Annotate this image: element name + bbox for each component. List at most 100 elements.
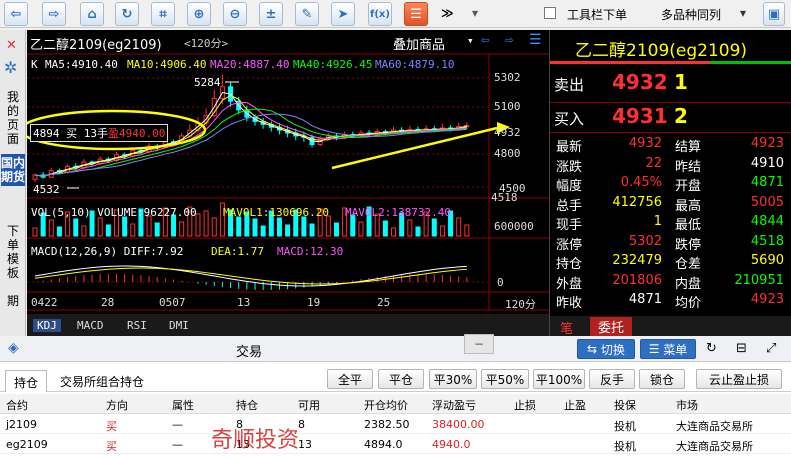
sidebar-item-my-page[interactable]: 我的页面 [4, 90, 22, 146]
table-cell: 大连商品交易所 [676, 440, 753, 453]
indicator-tabbar: KDJ MACD RSI DMI [27, 314, 549, 336]
volume-bar [358, 221, 364, 237]
refresh-icon[interactable]: ↻ [115, 2, 139, 26]
table-header-cell[interactable]: 持仓 [236, 397, 258, 413]
quote-divider [550, 132, 791, 133]
price-axis-label: 5302 [494, 71, 521, 84]
dropdown-icon[interactable]: ▾ [472, 6, 478, 20]
lock-button[interactable]: 锁仓 [639, 369, 685, 389]
close-100-button[interactable]: 平100% [533, 369, 585, 389]
home-icon[interactable]: ⌂ [80, 2, 104, 26]
tab-positions[interactable]: 持仓 [5, 370, 48, 392]
refresh-icon[interactable]: ↻ [706, 341, 717, 356]
switch-button[interactable]: ⇆ 切换 [577, 339, 635, 359]
volume-bar [73, 218, 79, 237]
position-tag-profit: 盈4940.00 [107, 127, 166, 140]
volume-bar [122, 216, 128, 237]
tab-ticks[interactable]: 笔 [560, 318, 573, 337]
macd-value: MACD:12.30 [277, 245, 344, 258]
ask-volume: 1 [674, 70, 688, 94]
sidebar-item-domestic-futures[interactable]: 国内期货 [1, 154, 25, 186]
tab-kdj[interactable]: KDJ [33, 319, 61, 332]
overlay-button[interactable]: 叠加商品 [393, 34, 445, 53]
table-header-cell[interactable]: 止盈 [564, 397, 586, 413]
tab-dmi[interactable]: DMI [169, 319, 189, 332]
table-cell: 38400.00 [432, 418, 485, 431]
quote-stat-value: 412756 [612, 194, 662, 210]
trendline[interactable] [331, 126, 498, 170]
table-header-cell[interactable]: 市场 [676, 397, 698, 413]
position-tag-label: 4894 买 13手 [33, 127, 108, 140]
crop-icon[interactable]: ⌗ [151, 2, 175, 26]
product-select[interactable]: 多品种同列 [661, 6, 721, 23]
table-row[interactable]: j2109 买 —8 8 2382.50 38400.00 投机 大连商品交易所 [0, 414, 791, 434]
nav-right-icon[interactable]: ⇨ [505, 32, 513, 48]
more-icon[interactable]: ≫ [441, 6, 454, 20]
toolbar-menu-checkbox[interactable] [544, 7, 556, 19]
volume-bar [56, 226, 62, 237]
ma-legend-item: MA20:4887.40 [210, 58, 290, 71]
ma-line [34, 108, 467, 177]
table-cell: 买 [106, 420, 117, 433]
menu-button[interactable]: ☰ 菜单 [640, 339, 696, 359]
volume-bar [382, 220, 388, 237]
table-header-cell[interactable]: 投保 [614, 397, 636, 413]
zoom-out-icon[interactable]: ⊖ [223, 2, 247, 26]
table-header-cell[interactable]: 合约 [6, 397, 28, 413]
tab-rsi[interactable]: RSI [127, 319, 147, 332]
table-header-cell[interactable]: 方向 [106, 397, 128, 413]
sidebar-item-period[interactable]: 期 [4, 294, 22, 308]
kline-chart[interactable]: 乙二醇2109(eg2109) <120分> 叠加商品 ▾ ⇦ ⇨ ☰ K MA… [27, 30, 549, 336]
menu-icon[interactable]: ☰ [529, 32, 542, 48]
volume-bar [32, 227, 38, 237]
pencil-icon[interactable]: ✎ [295, 2, 319, 26]
calculator-icon[interactable]: ± [259, 2, 283, 26]
position-tag[interactable]: 4894 买 13手盈4940.00 [30, 124, 169, 142]
close-50-button[interactable]: 平50% [481, 369, 529, 389]
sidebar-item-order-template[interactable]: 下单模板 [4, 224, 22, 280]
quote-stat-value: 4910 [750, 155, 784, 171]
cursor-icon[interactable]: ➤ [331, 2, 355, 26]
reverse-button[interactable]: 反手 [589, 369, 635, 389]
chart-canvas[interactable] [27, 30, 549, 336]
back-arrow-icon[interactable]: ⇦ [4, 2, 28, 26]
tab-combo-positions[interactable]: 交易所组合持仓 [52, 370, 152, 392]
cloud-stop-button[interactable]: 云止盈止损 [696, 369, 782, 389]
close-all-button[interactable]: 全平 [327, 369, 373, 389]
ma-legend-item: MA60:4879.10 [375, 58, 455, 71]
volume-bar [105, 224, 111, 237]
forward-arrow-icon[interactable]: ⇨ [42, 2, 66, 26]
table-row[interactable]: eg2109 买 —13 13 4894.0 4940.0 投机 大连商品交易所 [0, 434, 791, 454]
panel-toggle-icon[interactable]: ▣ [763, 2, 785, 26]
chevron-down-icon[interactable]: ▾ [740, 6, 746, 20]
formula-icon[interactable]: f(x) [368, 2, 392, 26]
bid-price[interactable]: 4931 [612, 104, 668, 128]
expand-icon[interactable]: ⤢ [766, 341, 776, 356]
table-header-cell[interactable]: 可用 [298, 397, 320, 413]
volume-bar [456, 217, 462, 237]
table-header-cell[interactable]: 属性 [172, 397, 194, 413]
gear-icon[interactable]: ✲ [4, 58, 17, 77]
left-sidebar: ✕ ✲ 我的页面 国内期货 下单模板 期 [0, 30, 26, 336]
table-header-cell[interactable]: 浮动盈亏 [432, 397, 476, 413]
overlay-dropdown-icon[interactable]: ▾ [467, 34, 474, 47]
table-header-cell[interactable]: 止损 [514, 397, 536, 413]
ask-price[interactable]: 4932 [612, 70, 668, 94]
table-cell: j2109 [6, 418, 38, 431]
list-icon[interactable]: ☰ [404, 2, 428, 26]
menu-label: 菜单 [663, 342, 688, 357]
tab-orders[interactable]: 委托 [590, 317, 633, 336]
ma-legend-item: MA40:4926.45 [293, 58, 373, 71]
restore-icon[interactable]: ⊟ [736, 341, 747, 356]
table-header-cell[interactable]: 开仓均价 [364, 397, 408, 413]
close-position-button[interactable]: 平仓 [378, 369, 424, 389]
close-icon[interactable]: ✕ [6, 38, 17, 53]
tab-macd[interactable]: MACD [77, 319, 104, 332]
nav-left-icon[interactable]: ⇦ [481, 32, 489, 48]
quote-stat-label: 最低 [675, 218, 702, 233]
close-30-button[interactable]: 平30% [429, 369, 477, 389]
quote-stat-value: 4518 [750, 233, 784, 249]
minimize-button[interactable]: − [464, 334, 494, 354]
chart-period[interactable]: <120分> [184, 35, 228, 51]
zoom-in-icon[interactable]: ⊕ [187, 2, 211, 26]
